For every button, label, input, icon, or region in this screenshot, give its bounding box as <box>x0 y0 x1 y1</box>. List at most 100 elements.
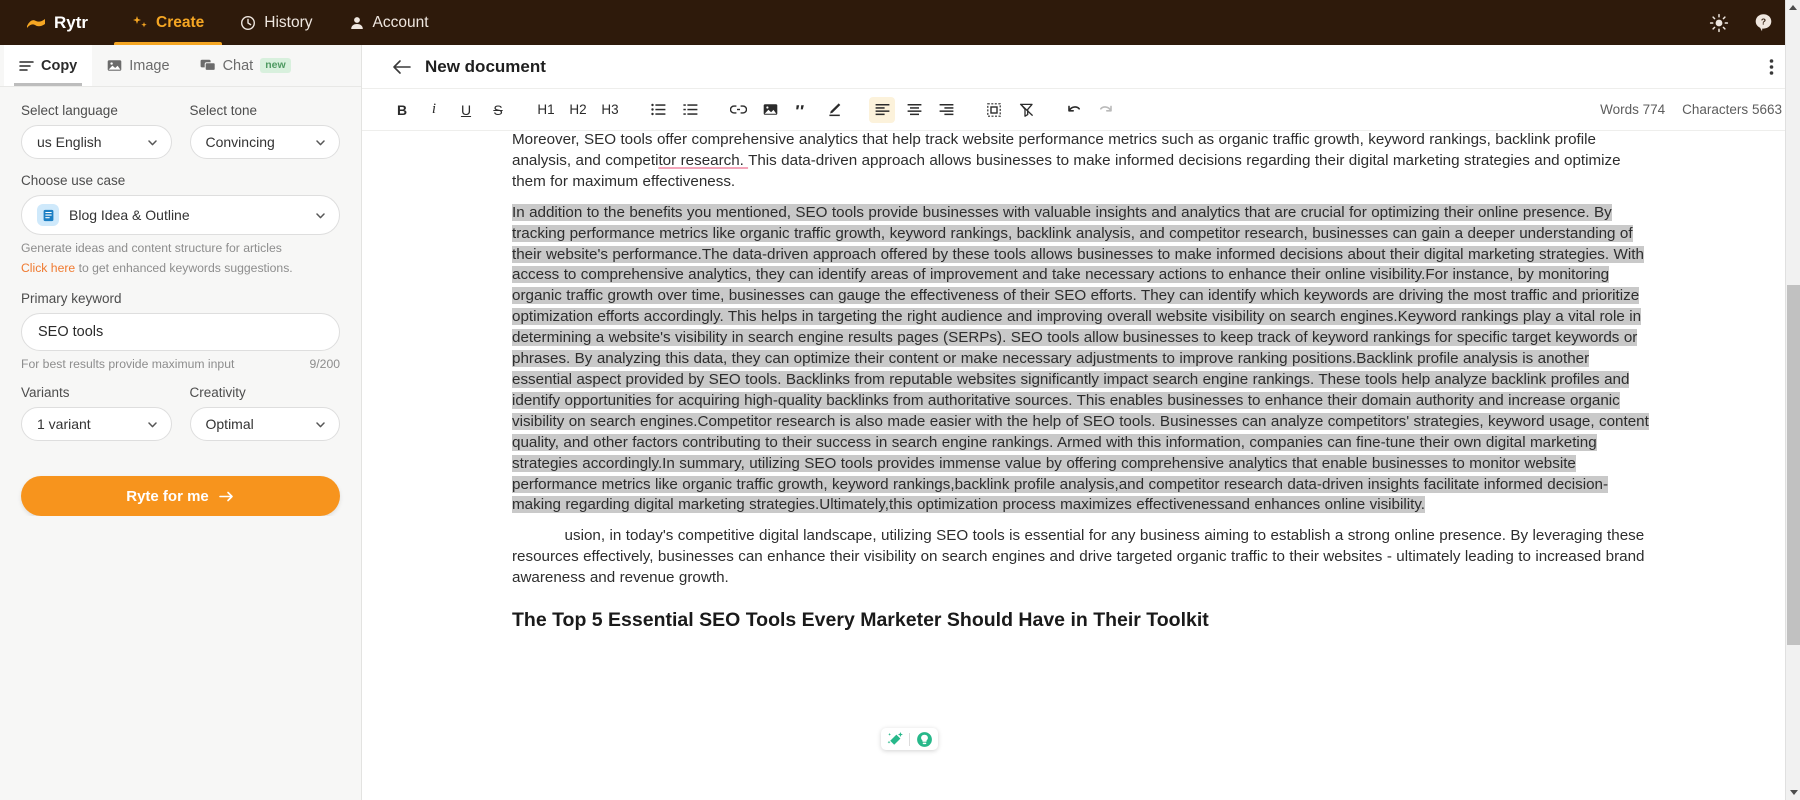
nav-item-account[interactable]: Account <box>331 0 447 45</box>
variants-creativity-row: Variants 1 variant Creativity Optimal <box>21 385 340 455</box>
characters-label: Characters <box>1682 102 1748 117</box>
language-tone-row: Select language us English Select tone C… <box>21 103 340 173</box>
document-paragraph-clipped[interactable]: Moreover, SEO tools offer comprehensive … <box>512 131 1650 193</box>
language-field-group: Select language us English <box>21 103 172 159</box>
ryte-for-me-label: Ryte for me <box>126 488 209 505</box>
person-icon <box>349 15 365 31</box>
sidebar-tab-copy[interactable]: Copy <box>4 45 92 86</box>
document-heading[interactable]: The Top 5 Essential SEO Tools Every Mark… <box>512 609 1650 632</box>
strikethrough-glyph: S <box>493 102 502 118</box>
document-title[interactable]: New document <box>425 57 546 77</box>
image-icon <box>107 59 122 72</box>
toolbar-h2-button[interactable]: H2 <box>565 97 591 123</box>
document-conclusion-paragraph[interactable]: In conclusion, in today's competitive di… <box>512 526 1650 589</box>
document-selected-block[interactable]: In addition to the benefits you mentione… <box>512 203 1650 517</box>
scroll-down-arrow[interactable] <box>1786 785 1800 800</box>
numbered-list-icon <box>683 103 698 116</box>
help-icon[interactable]: ? <box>1752 12 1774 34</box>
toolbar-bulleted-list-button[interactable] <box>645 97 671 123</box>
variants-select[interactable]: 1 variant <box>21 407 172 441</box>
document-page[interactable]: Moreover, SEO tools offer comprehensive … <box>362 131 1800 632</box>
main-body: Copy Image Chat new <box>0 45 1800 800</box>
toolbar-italic-button[interactable]: i <box>421 97 447 123</box>
nav-label-account: Account <box>373 14 429 32</box>
kebab-menu-icon[interactable] <box>1760 56 1782 78</box>
h2-glyph: H2 <box>569 102 586 117</box>
scrollbar-thumb[interactable] <box>1787 285 1800 645</box>
ryte-for-me-button[interactable]: Ryte for me <box>21 476 340 516</box>
selected-text[interactable]: In addition to the benefits you mentione… <box>512 204 1649 514</box>
align-left-icon <box>875 103 890 116</box>
quote-icon <box>795 103 810 116</box>
use-case-hint: Generate ideas and content structure for… <box>21 241 340 255</box>
clear-formatting-icon <box>1019 103 1034 117</box>
toolbar-h3-button[interactable]: H3 <box>597 97 623 123</box>
insert-block-icon <box>987 103 1001 117</box>
use-case-label: Choose use case <box>21 173 340 188</box>
use-case-value: Blog Idea & Outline <box>69 207 314 223</box>
nav-label-create: Create <box>156 14 204 32</box>
ai-assistant-toolbar <box>881 728 938 750</box>
toolbar-align-left-button[interactable] <box>869 97 895 123</box>
scroll-up-arrow[interactable] <box>1786 0 1800 15</box>
primary-keyword-hint: For best results provide maximum input <box>21 357 234 371</box>
browser-vertical-scrollbar[interactable] <box>1785 0 1800 800</box>
sun-theme-icon[interactable] <box>1708 12 1730 34</box>
variants-field-group: Variants 1 variant <box>21 385 172 441</box>
variants-value: 1 variant <box>37 416 146 432</box>
magic-wand-icon[interactable] <box>886 730 904 748</box>
sidebar-form: Select language us English Select tone C… <box>0 87 361 516</box>
primary-keyword-counter: 9/200 <box>310 357 341 371</box>
tone-value: Convincing <box>206 134 315 150</box>
assistant-divider <box>909 733 910 746</box>
toolbar-underline-button[interactable]: U <box>453 97 479 123</box>
document-scroll-area[interactable]: Moreover, SEO tools offer comprehensive … <box>362 131 1800 800</box>
brand-logo-rytr[interactable]: Rytr <box>12 0 114 45</box>
primary-keyword-meta: For best results provide maximum input 9… <box>21 357 340 371</box>
chat-new-badge: new <box>260 58 290 73</box>
toolbar-numbered-list-button[interactable] <box>677 97 703 123</box>
toolbar-highlight-pen-button[interactable] <box>821 97 847 123</box>
toolbar-h1-button[interactable]: H1 <box>533 97 559 123</box>
toolbar-align-right-button[interactable] <box>933 97 959 123</box>
document-editor: New document B i U S <box>362 45 1800 800</box>
underline-glyph: U <box>461 102 471 118</box>
tone-field-group: Select tone Convincing <box>190 103 341 159</box>
pen-icon <box>827 102 842 117</box>
arrow-left-icon[interactable] <box>392 57 412 77</box>
chevron-down-icon <box>314 136 327 149</box>
sidebar-tab-chat[interactable]: Chat new <box>185 45 306 86</box>
toolbar-align-center-button[interactable] <box>901 97 927 123</box>
sidebar-tab-copy-label: Copy <box>41 58 77 74</box>
image-icon <box>763 103 778 116</box>
spelling-suggestion-competitor-research[interactable]: tor research. <box>658 152 748 169</box>
primary-keyword-input[interactable]: SEO tools <box>21 313 340 351</box>
tone-select[interactable]: Convincing <box>190 125 341 159</box>
sidebar-tab-image[interactable]: Image <box>92 45 184 86</box>
nav-item-history[interactable]: History <box>222 0 330 45</box>
toolbar-undo-button[interactable] <box>1061 97 1087 123</box>
rytr-app-window: Rytr Create History Account ? <box>0 0 1800 800</box>
language-select[interactable]: us English <box>21 125 172 159</box>
chevron-down-icon <box>146 136 159 149</box>
document-header: New document <box>362 45 1800 89</box>
toolbar-redo-button[interactable] <box>1093 97 1119 123</box>
toolbar-image-button[interactable] <box>757 97 783 123</box>
click-here-link[interactable]: Click here <box>21 261 75 275</box>
words-counter: Words 774 <box>1600 102 1665 117</box>
toolbar-insert-block-button[interactable] <box>981 97 1007 123</box>
sidebar-tabs: Copy Image Chat new <box>0 45 361 87</box>
toolbar-strikethrough-button[interactable]: S <box>485 97 511 123</box>
variants-label: Variants <box>21 385 172 400</box>
chevron-down-icon <box>146 418 159 431</box>
lightbulb-icon[interactable] <box>915 730 933 748</box>
left-sidebar: Copy Image Chat new <box>0 45 362 800</box>
use-case-select[interactable]: Blog Idea & Outline <box>21 195 340 235</box>
arrow-right-icon <box>219 490 235 503</box>
toolbar-bold-button[interactable]: B <box>389 97 415 123</box>
toolbar-link-button[interactable] <box>725 97 751 123</box>
toolbar-clear-formatting-button[interactable] <box>1013 97 1039 123</box>
nav-item-create[interactable]: Create <box>114 0 222 45</box>
toolbar-blockquote-button[interactable] <box>789 97 815 123</box>
creativity-select[interactable]: Optimal <box>190 407 341 441</box>
